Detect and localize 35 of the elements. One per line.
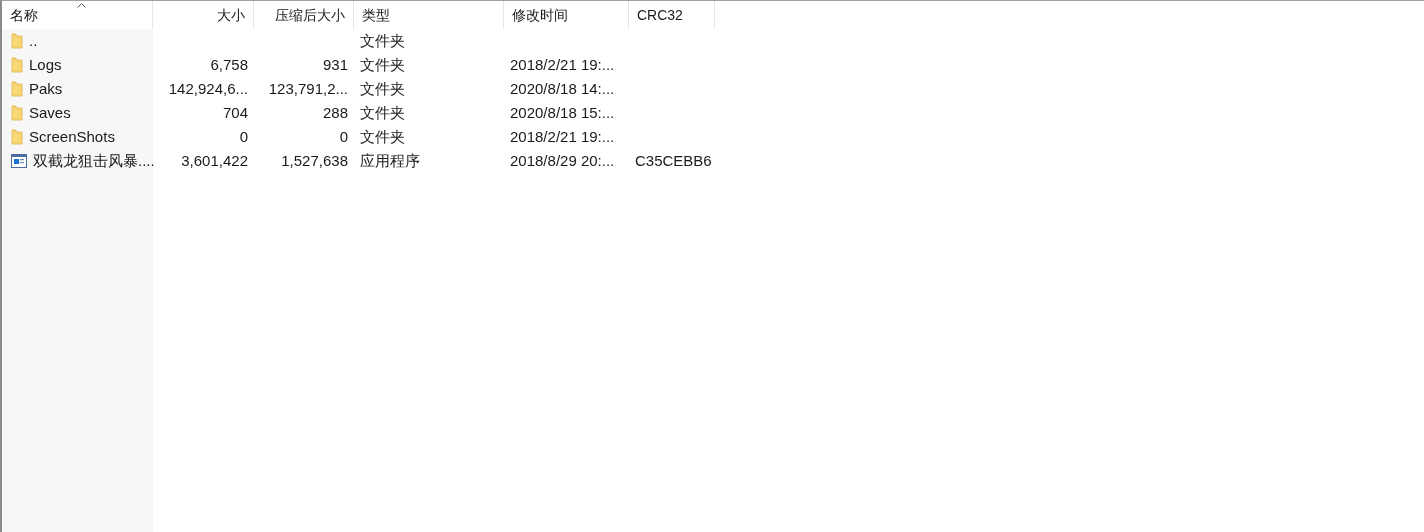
file-name[interactable]: 双截龙狙击风暴.... <box>33 149 155 173</box>
folder-icon <box>11 81 23 97</box>
file-name[interactable]: .. <box>29 29 38 53</box>
file-name[interactable]: Saves <box>29 101 71 125</box>
table-cell-text: 288 <box>322 102 348 123</box>
table-cell-text: 文件夹 <box>360 54 405 75</box>
table-cell-text: 2020/8/18 14:... <box>510 78 615 99</box>
table-cell-text: 931 <box>322 54 348 75</box>
column-header[interactable]: 名称 <box>2 1 153 29</box>
table-cell-text: 应用程序 <box>360 150 420 171</box>
table-cell-text: 文件夹 <box>360 30 405 51</box>
table-cell-text: 2018/2/21 19:... <box>510 126 615 147</box>
file-name[interactable]: ScreenShots <box>29 125 115 149</box>
folder-icon <box>11 105 23 121</box>
table-cell-text: 2018/8/29 20:... <box>510 150 615 171</box>
table-cell-text: 文件夹 <box>360 78 405 99</box>
folder-icon <box>11 57 23 73</box>
application-icon <box>11 154 27 168</box>
table-cell-text: 6,758 <box>210 54 248 75</box>
table-cell-text: 123,791,2... <box>268 78 348 99</box>
table-cell-text: 文件夹 <box>360 102 405 123</box>
table-cell-text: 0 <box>239 126 248 147</box>
file-name[interactable]: Logs <box>29 53 62 77</box>
table-cell-text: 142,924,6... <box>168 78 248 99</box>
table-cell-text: 2018/2/21 19:... <box>510 54 615 75</box>
table-cell-text: 3,601,422 <box>181 150 248 171</box>
table-cell-text: 0 <box>339 126 348 147</box>
folder-icon <box>11 129 23 145</box>
folder-icon <box>11 33 23 49</box>
table-cell-text: C35CEBB6 <box>635 150 712 171</box>
table-cell-text: 1,527,638 <box>281 150 348 171</box>
table-cell-text: 2020/8/18 15:... <box>510 102 615 123</box>
table-cell-text: 文件夹 <box>360 126 405 147</box>
file-name[interactable]: Paks <box>29 77 63 101</box>
table-cell-text: 704 <box>222 102 248 123</box>
